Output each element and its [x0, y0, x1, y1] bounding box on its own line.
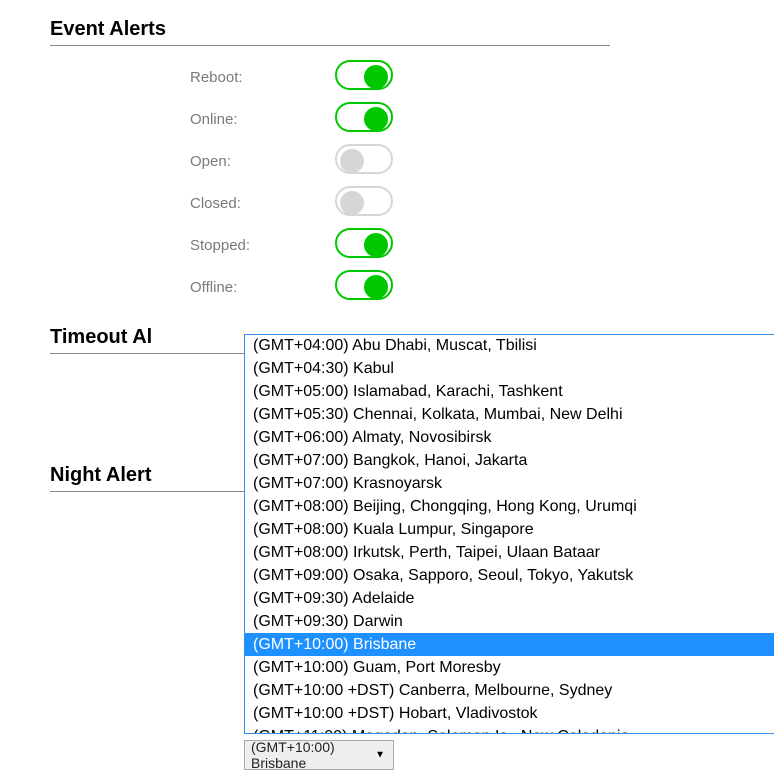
timezone-select[interactable]: (GMT+10:00) Brisbane ▼: [244, 740, 394, 770]
closed-toggle[interactable]: [335, 186, 393, 216]
timezone-option[interactable]: (GMT+04:00) Abu Dhabi, Muscat, Tbilisi: [245, 334, 774, 357]
alert-row-reboot: Reboot:: [50, 56, 724, 98]
timezone-option[interactable]: (GMT+05:30) Chennai, Kolkata, Mumbai, Ne…: [245, 403, 774, 426]
timezone-option[interactable]: (GMT+09:30) Adelaide: [245, 587, 774, 610]
timezone-dropdown: (GMT-12:00) International Date Line West…: [244, 334, 774, 770]
online-toggle[interactable]: [335, 102, 393, 132]
alert-row-online: Online:: [50, 98, 724, 140]
timezone-option[interactable]: (GMT+10:00) Guam, Port Moresby: [245, 656, 774, 679]
timezone-option[interactable]: (GMT+07:00) Krasnoyarsk: [245, 472, 774, 495]
alert-row-stopped: Stopped:: [50, 224, 724, 266]
timezone-option[interactable]: (GMT+04:30) Kabul: [245, 357, 774, 380]
alert-row-open: Open:: [50, 140, 724, 182]
stopped-toggle[interactable]: [335, 228, 393, 258]
chevron-down-icon: ▼: [375, 750, 385, 761]
timezone-option[interactable]: (GMT+11:00) Magadan, Solomon Is., New Ca…: [245, 725, 774, 734]
open-toggle[interactable]: [335, 144, 393, 174]
timezone-option[interactable]: (GMT+05:00) Islamabad, Karachi, Tashkent: [245, 380, 774, 403]
timezone-listbox[interactable]: (GMT-12:00) International Date Line West…: [244, 334, 774, 734]
offline-label: Offline:: [50, 279, 295, 296]
event-alerts-heading: Event Alerts: [50, 18, 610, 46]
timezone-option[interactable]: (GMT+08:00) Irkutsk, Perth, Taipei, Ulaa…: [245, 541, 774, 564]
timezone-option[interactable]: (GMT+09:00) Osaka, Sapporo, Seoul, Tokyo…: [245, 564, 774, 587]
timezone-option[interactable]: (GMT+09:30) Darwin: [245, 610, 774, 633]
timezone-option[interactable]: (GMT+08:00) Beijing, Chongqing, Hong Kon…: [245, 495, 774, 518]
settings-page: Event Alerts Reboot: Online: Open: Close…: [50, 18, 724, 492]
timezone-select-value: (GMT+10:00) Brisbane: [251, 739, 387, 771]
timezone-option[interactable]: (GMT+10:00) Brisbane: [245, 633, 774, 656]
offline-toggle[interactable]: [335, 270, 393, 300]
timezone-option[interactable]: (GMT+10:00 +DST) Canberra, Melbourne, Sy…: [245, 679, 774, 702]
closed-label: Closed:: [50, 195, 295, 212]
timezone-option[interactable]: (GMT+07:00) Bangkok, Hanoi, Jakarta: [245, 449, 774, 472]
alert-row-closed: Closed:: [50, 182, 724, 224]
timezone-option[interactable]: (GMT+06:00) Almaty, Novosibirsk: [245, 426, 774, 449]
reboot-toggle[interactable]: [335, 60, 393, 90]
open-label: Open:: [50, 153, 295, 170]
timezone-option[interactable]: (GMT+10:00 +DST) Hobart, Vladivostok: [245, 702, 774, 725]
online-label: Online:: [50, 111, 295, 128]
timezone-option[interactable]: (GMT+08:00) Kuala Lumpur, Singapore: [245, 518, 774, 541]
stopped-label: Stopped:: [50, 237, 295, 254]
reboot-label: Reboot:: [50, 69, 295, 86]
event-alerts-list: Reboot: Online: Open: Closed: Stopped: O…: [50, 56, 724, 308]
alert-row-offline: Offline:: [50, 266, 724, 308]
